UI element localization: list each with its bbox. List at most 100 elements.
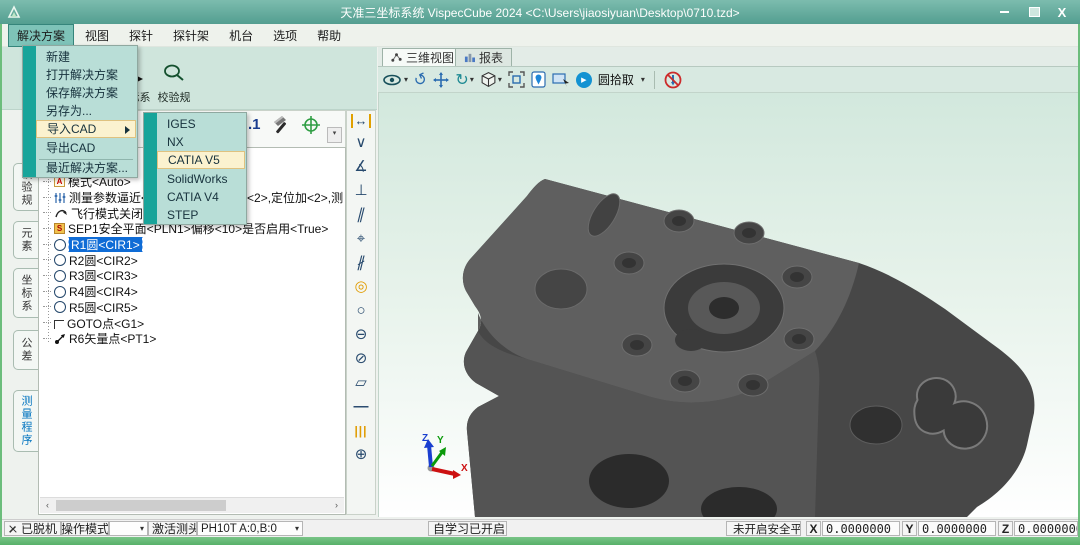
scrollbar-thumb[interactable] bbox=[56, 500, 226, 511]
eye-icon bbox=[383, 73, 403, 87]
gdt-flatness-icon[interactable]: ▱ bbox=[350, 374, 372, 392]
scroll-left-arrow[interactable]: ‹ bbox=[42, 500, 53, 511]
minimize-button[interactable] bbox=[990, 0, 1018, 24]
menu-item-export-cad[interactable]: 导出CAD bbox=[36, 139, 136, 157]
gdt-distance-icon[interactable]: ↔ bbox=[351, 114, 371, 128]
pan-button[interactable] bbox=[433, 70, 449, 90]
pick-mode-caret[interactable]: ▾ bbox=[641, 75, 645, 84]
menu-item-open-solution[interactable]: 打开解决方案 bbox=[36, 66, 136, 84]
locate-pin-button[interactable] bbox=[531, 70, 546, 90]
submenu-item-catia-v5[interactable]: CATIA V5 bbox=[157, 151, 245, 169]
check-gauge-button[interactable]: 校验规 bbox=[152, 51, 196, 105]
orbit-button[interactable]: ↺ bbox=[410, 68, 431, 92]
menu-view[interactable]: 视图 bbox=[76, 24, 118, 47]
submenu-item-step[interactable]: STEP bbox=[157, 206, 245, 224]
menu-item-save-as[interactable]: 另存为... bbox=[36, 102, 136, 120]
tree-item-circle-3[interactable]: R3圆<CIR3> bbox=[43, 268, 343, 284]
submenu-item-iges[interactable]: IGES bbox=[157, 115, 245, 133]
tree-item-circle-5[interactable]: R5圆<CIR5> bbox=[43, 300, 343, 316]
y-axis-label: Y bbox=[902, 521, 917, 536]
pick-mode-dropdown[interactable]: 圆拾取 bbox=[598, 71, 634, 88]
menu-item-import-cad[interactable]: 导入CAD bbox=[36, 120, 136, 138]
window-title: 天准三坐标系统 VispecCube 2024 <C:\Users\jiaosi… bbox=[0, 4, 1080, 21]
tree-item-circle-4[interactable]: R4圆<CIR4> bbox=[43, 284, 343, 300]
tab-report[interactable]: 报表 bbox=[455, 48, 512, 66]
active-probe-select[interactable]: PH10T A:0,B:0▾ bbox=[197, 521, 303, 536]
menu-item-save-solution[interactable]: 保存解决方案 bbox=[36, 84, 136, 102]
submenu-item-solidworks[interactable]: SolidWorks bbox=[157, 170, 245, 188]
fly-mode-icon bbox=[54, 207, 68, 219]
scroll-right-arrow[interactable]: › bbox=[331, 500, 342, 511]
view-eye-button[interactable]: ▾ bbox=[383, 70, 408, 90]
tolerance-button[interactable]: .1 bbox=[248, 116, 261, 133]
gdt-perpendicularity-icon[interactable]: ⊥ bbox=[350, 182, 372, 200]
gdt-roundness-icon[interactable]: ○ bbox=[350, 302, 372, 320]
box-select-icon bbox=[552, 72, 570, 87]
gdt-angle-icon[interactable]: ∡ bbox=[350, 158, 372, 176]
gdt-position-icon[interactable]: ⌖ bbox=[350, 230, 372, 248]
restore-button[interactable] bbox=[1020, 0, 1048, 24]
title-bar: 天准三坐标系统 VispecCube 2024 <C:\Users\jiaosi… bbox=[0, 0, 1080, 24]
pin-icon bbox=[531, 71, 546, 88]
menu-item-new[interactable]: 新建 bbox=[36, 48, 136, 66]
solution-menu-dropdown: 新建 打开解决方案 保存解决方案 另存为... 导入CAD 导出CAD 最近解决… bbox=[22, 45, 138, 178]
menu-item-recent-solutions[interactable]: 最近解决方案... bbox=[36, 159, 136, 177]
menu-solution[interactable]: 解决方案 bbox=[8, 24, 74, 47]
tree-item-circle-1[interactable]: R1圆<CIR1> bbox=[43, 237, 343, 253]
side-tab-measure-program[interactable]: 测量程序 bbox=[13, 390, 38, 452]
gdt-angularity-icon[interactable]: ∦ bbox=[348, 254, 374, 272]
gdt-concentricity-icon[interactable]: ◎ bbox=[350, 278, 372, 296]
rotate-button[interactable]: ↻▾ bbox=[455, 70, 473, 90]
alignment-target-button[interactable] bbox=[301, 115, 321, 135]
tree-horizontal-scrollbar[interactable]: ‹ › bbox=[40, 497, 344, 513]
3d-viewport[interactable]: Z Y X bbox=[378, 93, 1079, 517]
safety-plane-status: 未开启安全平面 bbox=[726, 521, 801, 536]
tree-item-circle-2[interactable]: R2圆<CIR2> bbox=[43, 252, 343, 268]
x-axis-label: X bbox=[806, 521, 821, 536]
cube-icon bbox=[480, 71, 497, 88]
menu-options[interactable]: 选项 bbox=[264, 24, 306, 47]
menu-help[interactable]: 帮助 bbox=[308, 24, 350, 47]
toolbar-overflow-button[interactable]: ▾ bbox=[327, 127, 342, 143]
goto-icon bbox=[54, 320, 64, 329]
offline-icon bbox=[8, 523, 18, 535]
fit-view-icon bbox=[508, 71, 525, 88]
gdt-true-position-icon[interactable]: ⊕ bbox=[350, 446, 372, 464]
application-window: 天准三坐标系统 VispecCube 2024 <C:\Users\jiaosi… bbox=[0, 0, 1080, 545]
tree-item-goto[interactable]: GOTO点<G1> bbox=[43, 315, 343, 331]
z-coordinate-value: 0.0000000 bbox=[1014, 521, 1078, 536]
menu-machine[interactable]: 机台 bbox=[220, 24, 262, 47]
gdt-parallelism-icon[interactable]: ∥ bbox=[348, 206, 374, 224]
report-icon bbox=[464, 52, 475, 63]
gdt-straightness-icon[interactable]: — bbox=[350, 398, 372, 416]
cube-views-button[interactable]: ▾ bbox=[480, 70, 502, 90]
side-tab-elements[interactable]: 元素 bbox=[13, 221, 38, 259]
view-toolbar: ▾ ↺ ↻▾ ▾ bbox=[378, 67, 1080, 93]
circle-icon bbox=[54, 270, 66, 282]
submenu-item-nx[interactable]: NX bbox=[157, 133, 245, 151]
box-select-button[interactable] bbox=[552, 70, 570, 90]
side-tab-coordinate-system[interactable]: 坐标系 bbox=[13, 268, 38, 318]
fit-view-button[interactable] bbox=[508, 70, 525, 90]
tab-3d-view[interactable]: 三维视图 bbox=[382, 48, 463, 66]
cad-part[interactable]: Z Y X bbox=[379, 93, 1079, 517]
gdt-runout-icon[interactable]: ⊘ bbox=[350, 350, 372, 368]
gdt-angle-between-icon[interactable]: ∨ bbox=[350, 134, 372, 152]
probe-disabled-button[interactable] bbox=[664, 70, 682, 90]
menu-probe-rack[interactable]: 探针架 bbox=[164, 24, 218, 47]
import-cad-submenu: IGES NX CATIA V5 SolidWorks CATIA V4 STE… bbox=[143, 112, 247, 225]
gdt-symmetry-icon[interactable]: ||| bbox=[350, 422, 372, 440]
close-button[interactable]: X bbox=[1048, 0, 1076, 24]
side-tab-tolerance[interactable]: 公差 bbox=[13, 330, 38, 370]
tree-item-vector-point[interactable]: R6矢量点<PT1> bbox=[43, 331, 343, 347]
menu-probe[interactable]: 探针 bbox=[120, 24, 162, 47]
self-learning-button[interactable]: 自学习已开启 bbox=[428, 521, 507, 536]
play-measure-button[interactable]: ▶ bbox=[576, 72, 592, 88]
gdt-line-profile-icon[interactable]: ⊖ bbox=[350, 326, 372, 344]
circle-icon bbox=[54, 239, 66, 251]
operation-mode-select[interactable]: ▾ bbox=[109, 521, 148, 536]
toolbar-separator bbox=[654, 71, 655, 89]
submenu-arrow-icon bbox=[125, 126, 130, 134]
submenu-item-catia-v4[interactable]: CATIA V4 bbox=[157, 188, 245, 206]
hammer-button[interactable] bbox=[271, 115, 291, 135]
